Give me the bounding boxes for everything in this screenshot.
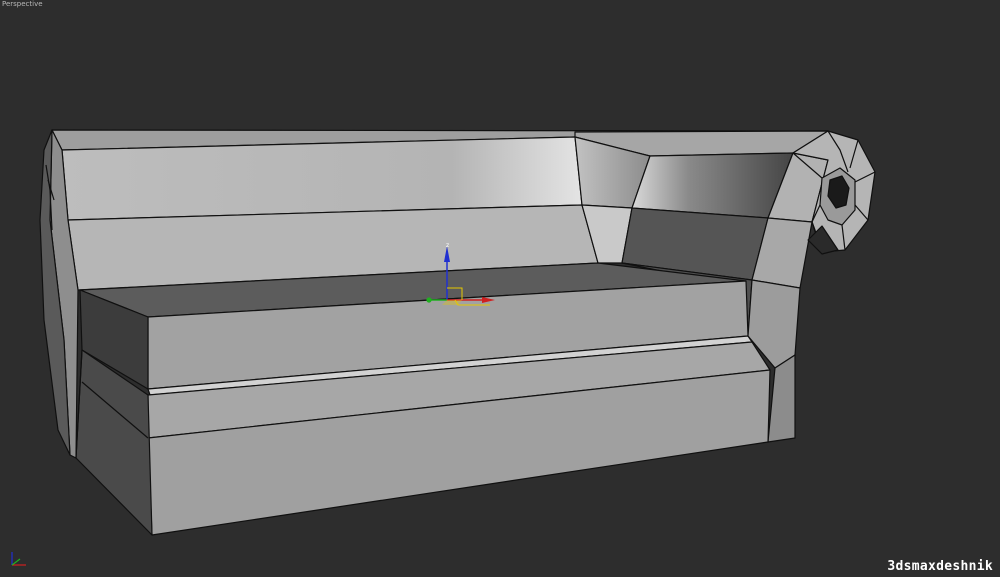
arm-inner-upper: [631, 152, 794, 219]
watermark: 3dsmaxdeshnik: [887, 559, 993, 574]
sofa-model[interactable]: z: [0, 0, 1000, 577]
world-axis-tripod: [11, 552, 26, 566]
perspective-viewport[interactable]: Perspective z 3dsmaxdeshnik: [0, 0, 1000, 577]
arm-front-base: [767, 354, 796, 443]
gizmo-z-label: z: [446, 242, 449, 249]
